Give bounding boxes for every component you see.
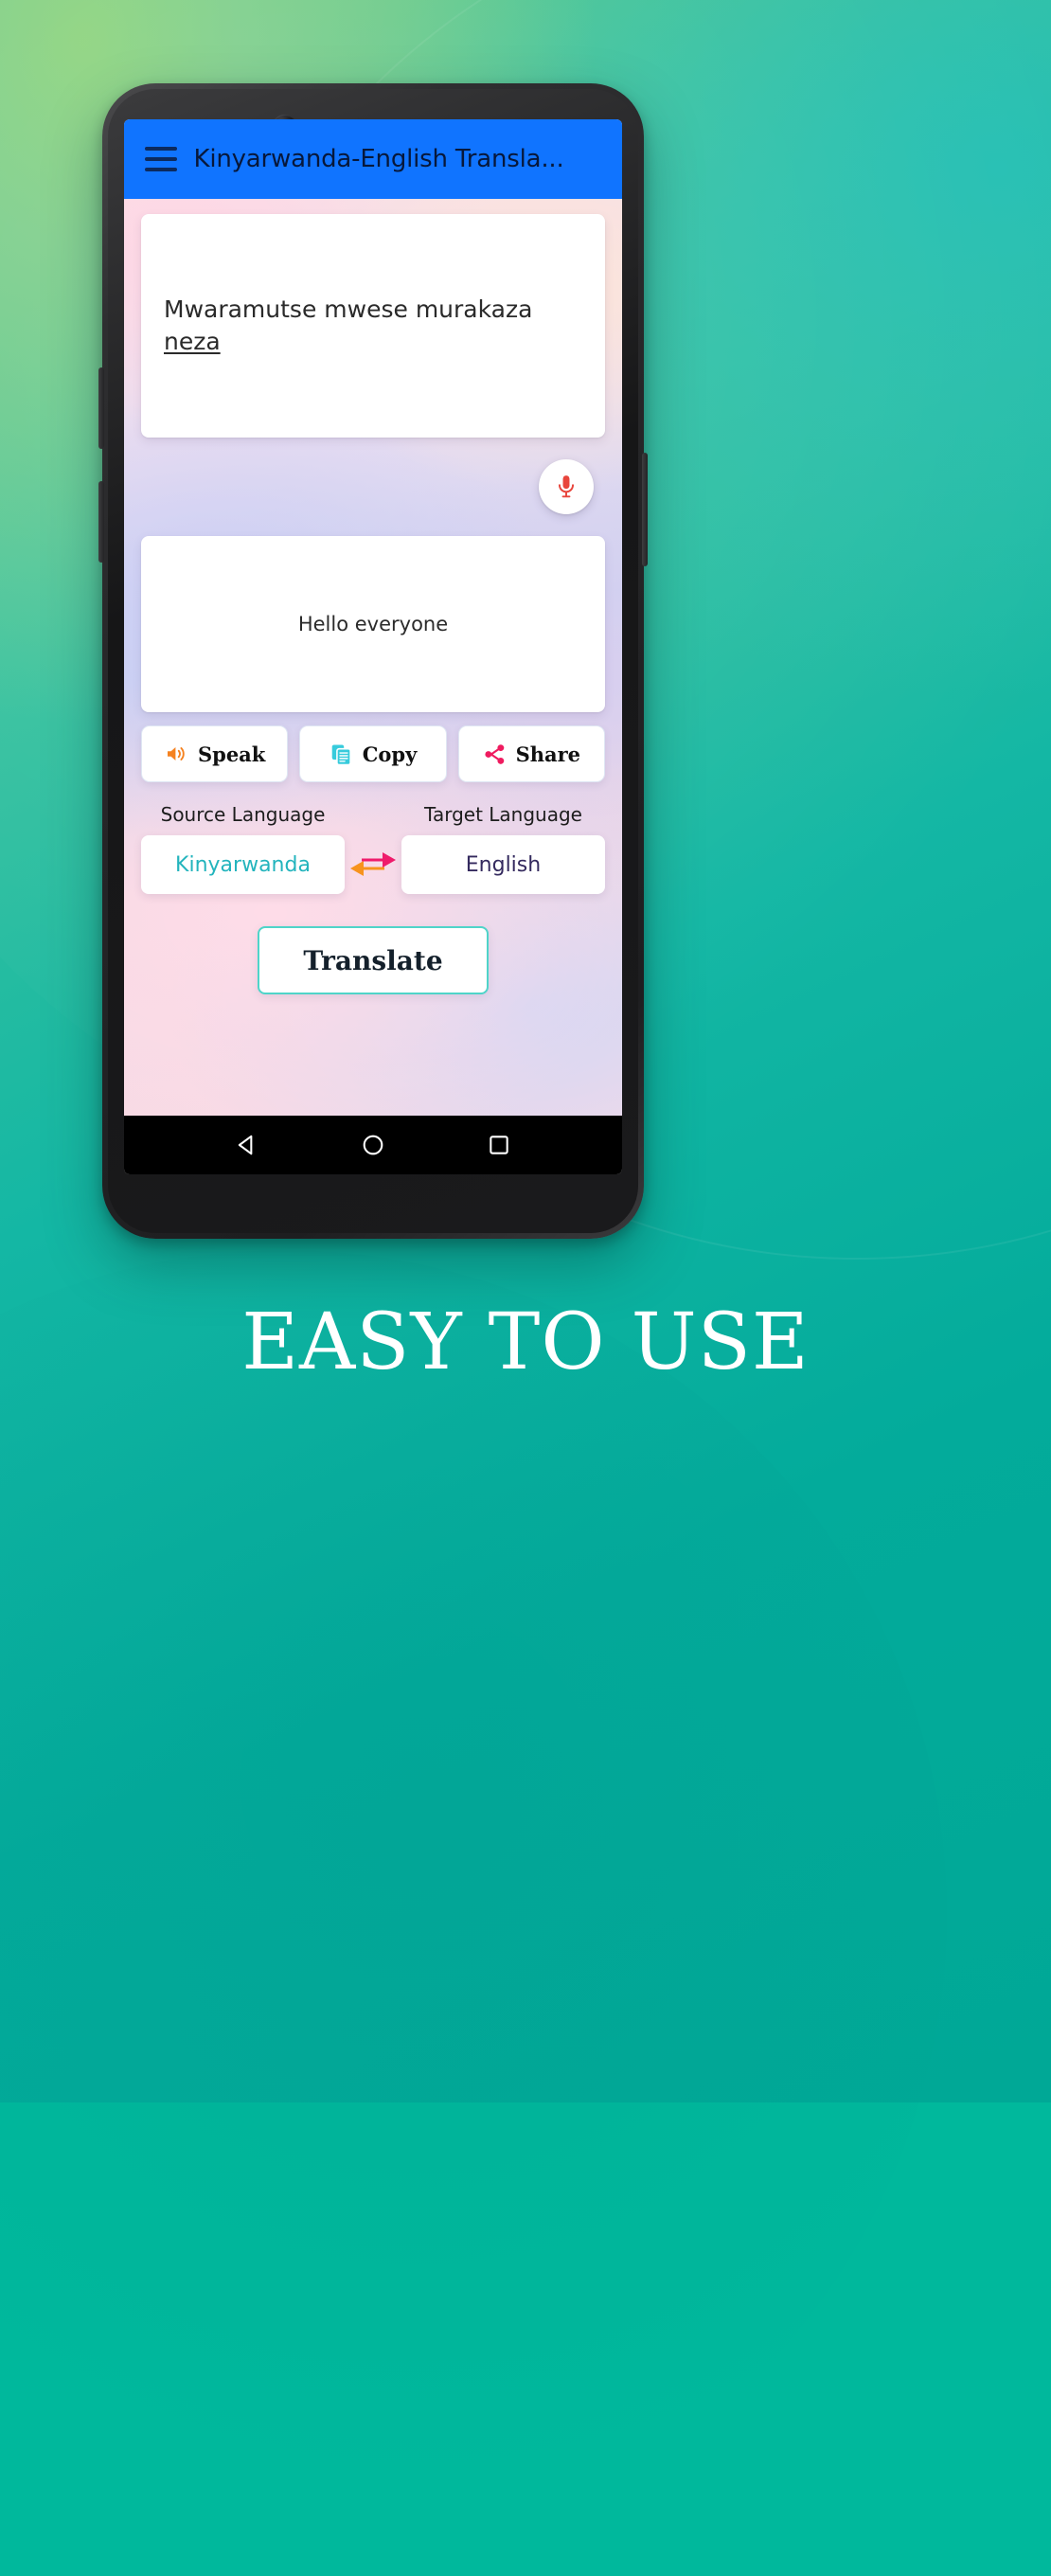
source-text-misspelled-word: neza xyxy=(164,328,221,355)
translate-button-label: Translate xyxy=(303,944,443,976)
target-language-value: English xyxy=(465,852,542,877)
hamburger-line xyxy=(145,168,177,171)
hamburger-line xyxy=(145,157,177,161)
swap-languages-button[interactable] xyxy=(345,849,401,881)
source-language-select[interactable]: Kinyarwanda xyxy=(141,835,345,894)
volume-speaker-icon xyxy=(167,747,185,760)
source-text-plain: Mwaramutse mwese murakaza xyxy=(164,295,533,324)
phone-volume-up-button xyxy=(98,367,104,449)
share-button-label: Share xyxy=(515,742,581,766)
source-language-label: Source Language xyxy=(160,803,326,826)
app-bar-title: Kinyarwanda-English Transla... xyxy=(193,145,564,173)
source-language-value: Kinyarwanda xyxy=(175,852,311,877)
translate-button[interactable]: Translate xyxy=(258,926,489,994)
phone-volume-down-button xyxy=(98,481,104,563)
android-navigation-bar xyxy=(124,1116,622,1174)
hamburger-menu-icon[interactable] xyxy=(141,140,181,178)
phone-screen: Kinyarwanda-English Transla... Mwaramuts… xyxy=(124,119,622,1174)
app-content: Mwaramutse mwese murakaza neza Hello eve… xyxy=(124,199,622,1116)
result-action-row: Speak Copy Share xyxy=(141,725,605,782)
microphone-button[interactable] xyxy=(539,459,594,514)
phone-mockup: Kinyarwanda-English Transla... Mwaramuts… xyxy=(98,83,648,1239)
source-text-value: Mwaramutse mwese murakaza neza xyxy=(164,294,582,358)
language-labels-row: Source Language Target Language xyxy=(141,803,605,826)
nav-recents-button[interactable] xyxy=(487,1133,511,1157)
target-language-label: Target Language xyxy=(424,803,582,826)
language-selects-row: Kinyarwanda English xyxy=(141,835,605,894)
nav-home-button[interactable] xyxy=(361,1133,385,1157)
share-button[interactable]: Share xyxy=(457,725,605,782)
microphone-row xyxy=(141,438,605,536)
home-circle-icon xyxy=(363,1135,383,1155)
microphone-icon xyxy=(558,475,575,498)
promo-caption: EASY TO USE xyxy=(241,1297,810,1387)
translation-result-text: Hello everyone xyxy=(297,613,449,635)
background-sheen-secondary xyxy=(0,1250,947,2576)
swap-arrows-icon xyxy=(350,852,396,876)
recents-square-icon xyxy=(489,1136,508,1154)
copy-documents-icon xyxy=(331,744,351,765)
hamburger-line xyxy=(145,147,177,151)
copy-button[interactable]: Copy xyxy=(299,725,447,782)
app-bar: Kinyarwanda-English Transla... xyxy=(124,119,622,199)
speak-button[interactable]: Speak xyxy=(141,725,289,782)
phone-bezel: Kinyarwanda-English Transla... Mwaramuts… xyxy=(108,89,638,1233)
translation-result-card: Hello everyone xyxy=(141,536,605,712)
translate-row: Translate xyxy=(141,926,605,994)
nav-back-button[interactable] xyxy=(235,1133,259,1157)
share-nodes-icon xyxy=(484,743,504,764)
language-selector-section: Source Language Target Language Kinyarwa… xyxy=(141,803,605,894)
speak-button-label: Speak xyxy=(197,742,266,766)
target-language-select[interactable]: English xyxy=(401,835,605,894)
copy-button-label: Copy xyxy=(362,742,418,766)
phone-power-button xyxy=(642,453,648,566)
source-text-input[interactable]: Mwaramutse mwese murakaza neza xyxy=(141,214,605,438)
back-triangle-icon xyxy=(239,1135,253,1155)
